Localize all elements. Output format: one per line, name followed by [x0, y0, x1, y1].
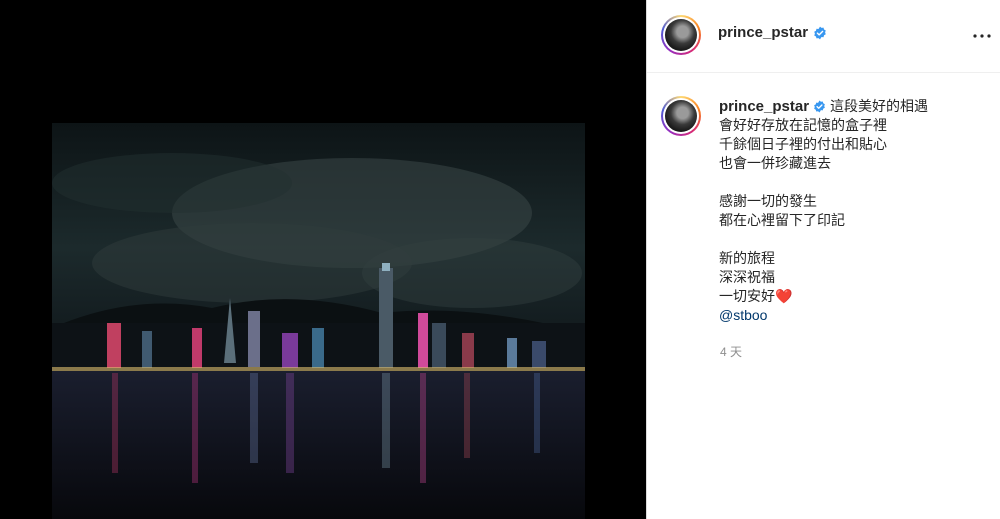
media-pane	[0, 0, 646, 519]
caption-line	[719, 230, 989, 249]
avatar[interactable]	[661, 15, 701, 55]
verified-badge-icon	[814, 26, 826, 40]
header-username[interactable]: prince_pstar	[718, 24, 808, 41]
caption-line: 感謝一切的發生	[719, 193, 817, 209]
verified-badge-icon	[814, 100, 825, 113]
caption-line: 一切安好❤️	[719, 287, 989, 306]
caption-first-line: prince_pstar 這段美好的相遇	[719, 97, 989, 116]
caption: prince_pstar 這段美好的相遇 會好好存放在記憶的盒子裡 千餘個日子裡的…	[719, 97, 989, 325]
caption-text: 一切安好	[719, 288, 775, 304]
caption-line: 新的旅程	[719, 250, 775, 266]
avatar-photo	[665, 19, 697, 51]
caption-avatar[interactable]	[661, 96, 701, 136]
heart-emoji: ❤️	[775, 288, 793, 304]
caption-username[interactable]: prince_pstar	[719, 98, 809, 115]
caption-text: 這段美好的相遇	[830, 98, 929, 114]
post-timestamp[interactable]: 4 天	[720, 343, 742, 360]
more-options-icon[interactable]	[970, 24, 994, 48]
avatar-photo	[665, 100, 697, 132]
caption-line: 會好好存放在記憶的盒子裡	[719, 117, 887, 133]
post-sidebar: prince_pstar prince_pstar 這段美好的相遇 會好好存放在記…	[646, 0, 1000, 519]
post-header: prince_pstar	[647, 0, 1000, 73]
caption-line: 都在心裡留下了印記	[719, 212, 845, 228]
night-skyline-image	[52, 123, 585, 519]
post-photo[interactable]	[52, 123, 585, 519]
mention-link[interactable]: @stboo	[719, 306, 989, 325]
caption-line	[719, 173, 989, 192]
caption-line: 深深祝福	[719, 269, 775, 285]
caption-line: 千餘個日子裡的付出和貼心	[719, 136, 887, 152]
caption-line: 也會一併珍藏進去	[719, 155, 831, 171]
